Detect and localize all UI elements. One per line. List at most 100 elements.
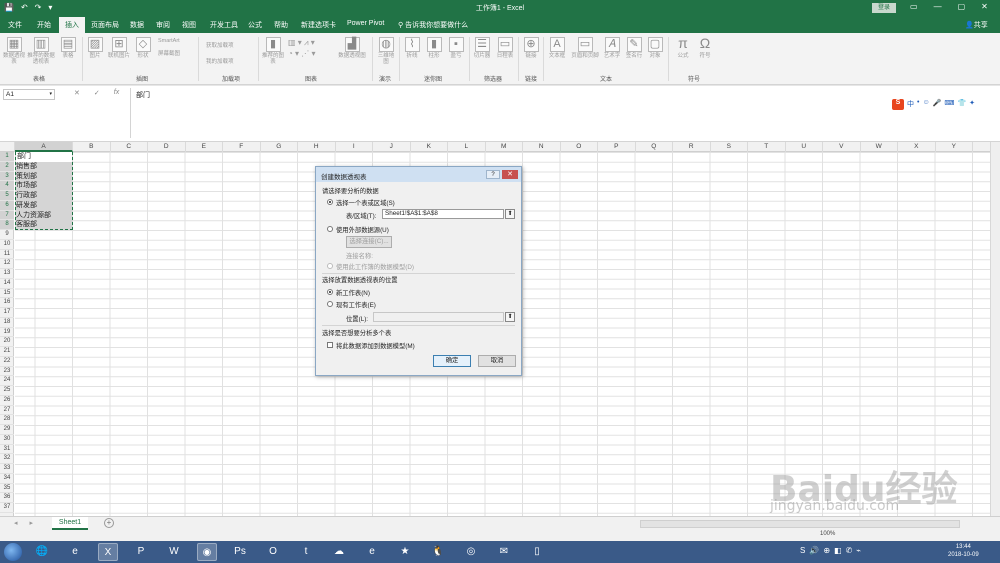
row-header[interactable]: 22 bbox=[0, 357, 14, 367]
ime-keyboard-icon[interactable]: ⌨ bbox=[944, 99, 954, 110]
get-addins-button[interactable]: 获取加载项 bbox=[206, 41, 234, 49]
column-header[interactable]: S bbox=[711, 142, 748, 152]
outlook-icon[interactable]: O bbox=[263, 543, 283, 561]
sheet-tab-sheet1[interactable]: Sheet1 bbox=[52, 517, 88, 530]
pivot-chart-button[interactable]: ▟ 数据透视图 bbox=[335, 37, 369, 59]
zoom-level[interactable]: 100% bbox=[820, 531, 835, 537]
row-header[interactable]: 16 bbox=[0, 298, 14, 308]
cancel-button[interactable]: 取消 bbox=[478, 355, 516, 367]
clock[interactable]: 13:44 2018-10-09 bbox=[948, 543, 979, 559]
tab-view[interactable]: 视图 bbox=[182, 20, 196, 30]
location-input[interactable] bbox=[373, 312, 504, 322]
photoshop-icon[interactable]: Ps bbox=[230, 543, 250, 561]
help-button[interactable]: ? bbox=[486, 170, 500, 179]
row-header[interactable]: 3 bbox=[0, 171, 14, 182]
column-header[interactable]: P bbox=[598, 142, 636, 152]
tab-new-tab[interactable]: 新建选项卡 bbox=[301, 20, 336, 30]
cloud-icon[interactable]: ☁ bbox=[329, 543, 349, 561]
radio-select-range[interactable] bbox=[327, 199, 333, 205]
online-pictures-button[interactable]: ⊞ 联机图片 bbox=[106, 37, 132, 59]
screenshot-button[interactable]: 屏幕截图 bbox=[158, 49, 180, 57]
tablet-icon[interactable]: ▯ bbox=[527, 543, 547, 561]
radio-select-range-label[interactable]: 选择一个表或区域(S) bbox=[336, 198, 395, 207]
row-header[interactable]: 36 bbox=[0, 493, 14, 503]
row-header[interactable]: 28 bbox=[0, 415, 14, 425]
column-header[interactable]: B bbox=[73, 142, 111, 152]
row-header[interactable]: 15 bbox=[0, 289, 14, 299]
maximize-icon[interactable]: ▢ bbox=[958, 2, 966, 11]
column-header[interactable]: C bbox=[111, 142, 148, 152]
header-footer-button[interactable]: ▭ 页眉和页脚 bbox=[570, 37, 600, 59]
radio-data-model-label[interactable]: 使用此工作簿的数据模型(D) bbox=[336, 262, 414, 271]
chrome-icon[interactable]: ◉ bbox=[197, 543, 217, 561]
timeline-button[interactable]: ▭ 日程表 bbox=[495, 37, 515, 59]
row-header[interactable]: 13 bbox=[0, 269, 14, 279]
signature-line-button[interactable]: ✎ 签名行 bbox=[624, 37, 644, 59]
horizontal-scrollbar[interactable] bbox=[640, 520, 960, 528]
cell-a3[interactable]: 策划部 bbox=[16, 172, 37, 182]
enter-icon[interactable]: ✓ bbox=[94, 89, 100, 97]
column-header[interactable]: V bbox=[823, 142, 861, 152]
row-header[interactable]: 25 bbox=[0, 386, 14, 396]
ime-chinese-mode[interactable]: 中 bbox=[907, 99, 914, 110]
row-header[interactable]: 17 bbox=[0, 308, 14, 318]
cell-a2[interactable]: 销售部 bbox=[16, 162, 37, 172]
battery-icon[interactable]: ⌁ bbox=[856, 546, 861, 555]
pictures-button[interactable]: ▨ 图片 bbox=[86, 37, 104, 59]
row-header[interactable]: 33 bbox=[0, 464, 14, 474]
row-header[interactable]: 21 bbox=[0, 347, 14, 357]
mail-icon[interactable]: ✉ bbox=[494, 543, 514, 561]
chevron-down-icon[interactable]: ▾ bbox=[49, 90, 52, 99]
start-button[interactable] bbox=[4, 543, 22, 561]
row-header[interactable]: 14 bbox=[0, 279, 14, 289]
row-header[interactable]: 20 bbox=[0, 337, 14, 347]
3d-map-button[interactable]: ◍ 三维地图 bbox=[376, 37, 396, 65]
tell-me-search[interactable]: ⚲ 告诉我你想要做什么 bbox=[398, 20, 468, 30]
sheet-next-icon[interactable]: ▸ bbox=[30, 519, 34, 527]
qq-icon[interactable]: 🐧 bbox=[428, 543, 448, 561]
chart-type-icons-row2[interactable]: ◔ ▾ ⋰ ▾ bbox=[288, 49, 316, 58]
column-header[interactable]: F bbox=[223, 142, 261, 152]
range-input[interactable]: Sheet1!$A$1:$A$8 bbox=[382, 209, 504, 219]
cell-a1[interactable]: 部门 bbox=[16, 152, 72, 162]
cancel-icon[interactable]: ✕ bbox=[74, 89, 80, 97]
insert-function-icon[interactable]: fx bbox=[114, 89, 119, 97]
row-header[interactable]: 32 bbox=[0, 454, 14, 464]
tab-home[interactable]: 开始 bbox=[37, 20, 51, 30]
column-header[interactable]: G bbox=[261, 142, 298, 152]
wordart-button[interactable]: 𝐴 艺术字 bbox=[602, 37, 622, 59]
ime-tools-icon[interactable]: ✦ bbox=[969, 99, 975, 110]
row-header[interactable]: 1 bbox=[0, 152, 14, 162]
minimize-icon[interactable]: — bbox=[934, 2, 942, 11]
radio-existing-sheet-label[interactable]: 现有工作表(E) bbox=[336, 300, 376, 309]
vertical-scrollbar[interactable] bbox=[990, 142, 1000, 516]
column-header[interactable]: Y bbox=[936, 142, 973, 152]
volume-icon[interactable]: 🔊 bbox=[809, 546, 819, 555]
recommended-charts-button[interactable]: ▮ 推荐的图表 bbox=[262, 37, 284, 65]
tab-formulas[interactable]: 公式 bbox=[248, 20, 262, 30]
column-header[interactable]: N bbox=[523, 142, 561, 152]
close-icon[interactable]: ✕ bbox=[981, 2, 988, 11]
recommended-pivot-button[interactable]: ▥ 推荐的数据透视表 bbox=[27, 37, 55, 65]
radio-existing-sheet[interactable] bbox=[327, 301, 333, 307]
sparkline-line-button[interactable]: ⌇ 折线 bbox=[403, 37, 421, 59]
row-header[interactable]: 10 bbox=[0, 240, 14, 250]
row-header[interactable]: 37 bbox=[0, 503, 14, 513]
tab-page-layout[interactable]: 页面布局 bbox=[91, 20, 119, 30]
name-box[interactable]: A1 ▾ bbox=[3, 89, 55, 100]
display-icon[interactable]: ◧ bbox=[834, 546, 842, 555]
formula-input[interactable]: 部门 bbox=[136, 90, 150, 100]
link-button[interactable]: ⊕ 链接 bbox=[522, 37, 540, 59]
column-header[interactable]: M bbox=[486, 142, 523, 152]
word-icon[interactable]: W bbox=[164, 543, 184, 561]
cell-a7[interactable]: 人力资源部 bbox=[16, 211, 51, 221]
tab-developer[interactable]: 开发工具 bbox=[210, 20, 238, 30]
row-header[interactable]: 27 bbox=[0, 406, 14, 416]
row-header[interactable]: 26 bbox=[0, 396, 14, 406]
ime-skin-icon[interactable]: 👕 bbox=[957, 99, 966, 110]
tab-data[interactable]: 数据 bbox=[130, 20, 144, 30]
weibo-icon[interactable]: ◎ bbox=[461, 543, 481, 561]
column-header[interactable]: A bbox=[15, 142, 73, 152]
ok-button[interactable]: 确定 bbox=[433, 355, 471, 367]
slicer-button[interactable]: ☰ 切片器 bbox=[472, 37, 492, 59]
